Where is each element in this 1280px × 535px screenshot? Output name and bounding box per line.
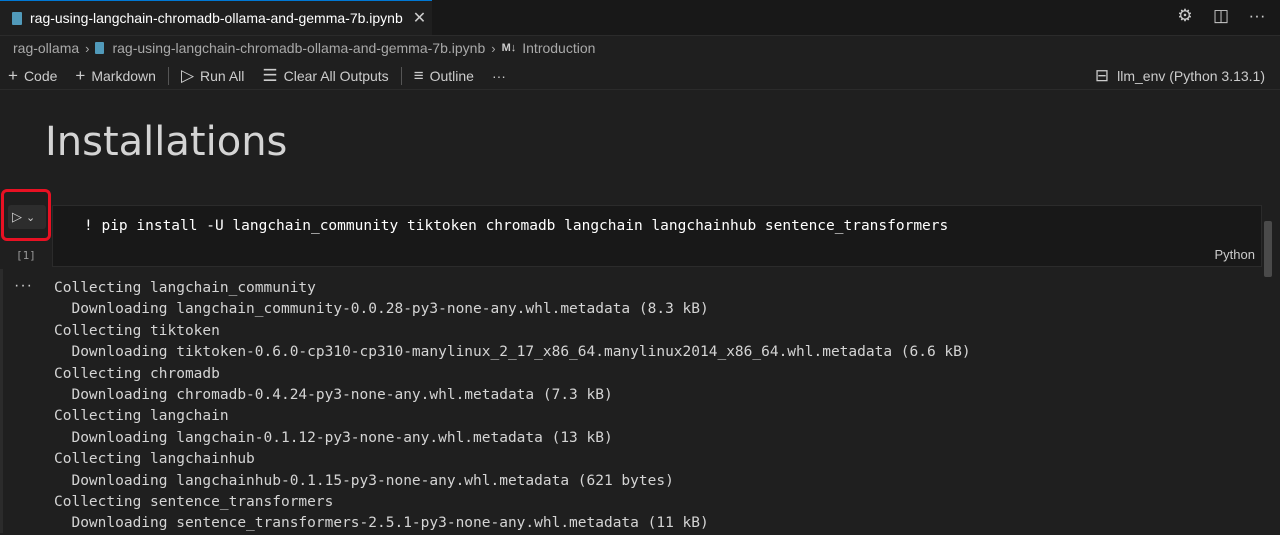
- editor-actions: ⚙ ◫ ···: [1174, 6, 1268, 26]
- run-all-label: Run All: [200, 67, 245, 84]
- more-icon: ···: [491, 67, 506, 84]
- output-line: Downloading langchainhub-0.1.15-py3-none…: [54, 472, 674, 489]
- close-icon[interactable]: ✕: [413, 8, 426, 28]
- toolbar-divider: [400, 66, 402, 85]
- settings-gear-icon[interactable]: ⚙: [1174, 6, 1196, 26]
- run-all-icon: ▷: [180, 65, 195, 85]
- run-cell-button[interactable]: ▷ ⌄: [8, 205, 46, 229]
- add-code-cell-button[interactable]: + Code: [8, 66, 57, 86]
- kernel-icon: ⊟: [1094, 66, 1110, 85]
- cell-gutter: [0, 269, 3, 533]
- output-more-icon[interactable]: ···: [14, 277, 33, 295]
- tab-title: rag-using-langchain-chromadb-ollama-and-…: [30, 10, 403, 26]
- output-line: Downloading langchain-0.1.12-py3-none-an…: [54, 429, 613, 446]
- markdown-icon: M↓: [501, 42, 517, 54]
- output-line: Collecting langchain: [54, 408, 229, 425]
- output-line: Collecting langchain_community: [54, 280, 316, 296]
- output-line: Collecting sentence_transformers: [54, 494, 334, 511]
- kernel-picker[interactable]: ⊟ llm_env (Python 3.13.1): [1095, 66, 1265, 86]
- list-icon: ≡: [413, 65, 424, 85]
- add-markdown-cell-button[interactable]: + Markdown: [75, 66, 156, 86]
- clear-outputs-icon: ☰: [262, 65, 278, 85]
- code-source[interactable]: ! pip install -U langchain_community tik…: [84, 218, 948, 234]
- output-line: Collecting langchainhub: [54, 451, 255, 468]
- kernel-label: llm_env (Python 3.13.1): [1117, 68, 1265, 84]
- chevron-right-icon: ›: [85, 40, 90, 56]
- output-line: Collecting tiktoken: [54, 322, 220, 339]
- toolbar-divider: [167, 66, 169, 85]
- clear-outputs-label: Clear All Outputs: [283, 67, 389, 84]
- run-all-button[interactable]: ▷ Run All: [181, 66, 244, 86]
- output-line: Collecting chromadb: [54, 365, 220, 382]
- breadcrumb-section[interactable]: Introduction: [522, 40, 595, 56]
- markdown-heading: Installations: [45, 119, 288, 165]
- scrollbar-thumb[interactable]: [1264, 221, 1272, 277]
- chevron-down-icon[interactable]: ⌄: [26, 211, 35, 224]
- split-editor-icon[interactable]: ◫: [1210, 6, 1232, 26]
- output-line: Downloading tiktoken-0.6.0-cp310-cp310-m…: [54, 344, 971, 361]
- outline-label: Outline: [429, 67, 474, 84]
- add-code-label: Code: [23, 67, 58, 84]
- plus-icon: +: [8, 65, 18, 85]
- execution-count: [1]: [16, 249, 36, 262]
- notebook-file-icon: [12, 11, 22, 25]
- plus-icon: +: [75, 65, 86, 85]
- output-line: Downloading chromadb-0.4.24-py3-none-any…: [54, 387, 613, 404]
- cell-output: Collecting langchain_community Downloadi…: [54, 278, 971, 535]
- more-actions-icon[interactable]: ···: [1246, 6, 1268, 26]
- notebook-file-icon: [95, 42, 105, 54]
- play-icon: ▷: [12, 209, 22, 224]
- output-line: Downloading sentence_transformers-2.5.1-…: [54, 515, 709, 532]
- notebook-tab[interactable]: rag-using-langchain-chromadb-ollama-and-…: [0, 0, 432, 35]
- output-line: Downloading langchain_community-0.0.28-p…: [54, 301, 709, 318]
- toolbar-more-button[interactable]: ···: [492, 68, 506, 84]
- cell-language-badge[interactable]: Python: [1215, 247, 1255, 262]
- code-cell-editor[interactable]: ! pip install -U langchain_community tik…: [52, 205, 1262, 267]
- breadcrumb: rag-ollama › rag-using-langchain-chromad…: [13, 38, 595, 58]
- clear-all-outputs-button[interactable]: ☰ Clear All Outputs: [262, 66, 388, 86]
- editor-tab-bar: rag-using-langchain-chromadb-ollama-and-…: [0, 0, 1280, 36]
- breadcrumb-file[interactable]: rag-using-langchain-chromadb-ollama-and-…: [112, 40, 485, 56]
- notebook-toolbar: + Code + Markdown ▷ Run All ☰ Clear All …: [0, 62, 1280, 90]
- chevron-right-icon: ›: [491, 40, 496, 56]
- notebook-editor: Installations ▷ ⌄ ! pip install -U langc…: [0, 91, 1280, 533]
- breadcrumb-folder[interactable]: rag-ollama: [13, 40, 79, 56]
- add-markdown-label: Markdown: [91, 67, 156, 84]
- outline-button[interactable]: ≡ Outline: [414, 66, 474, 86]
